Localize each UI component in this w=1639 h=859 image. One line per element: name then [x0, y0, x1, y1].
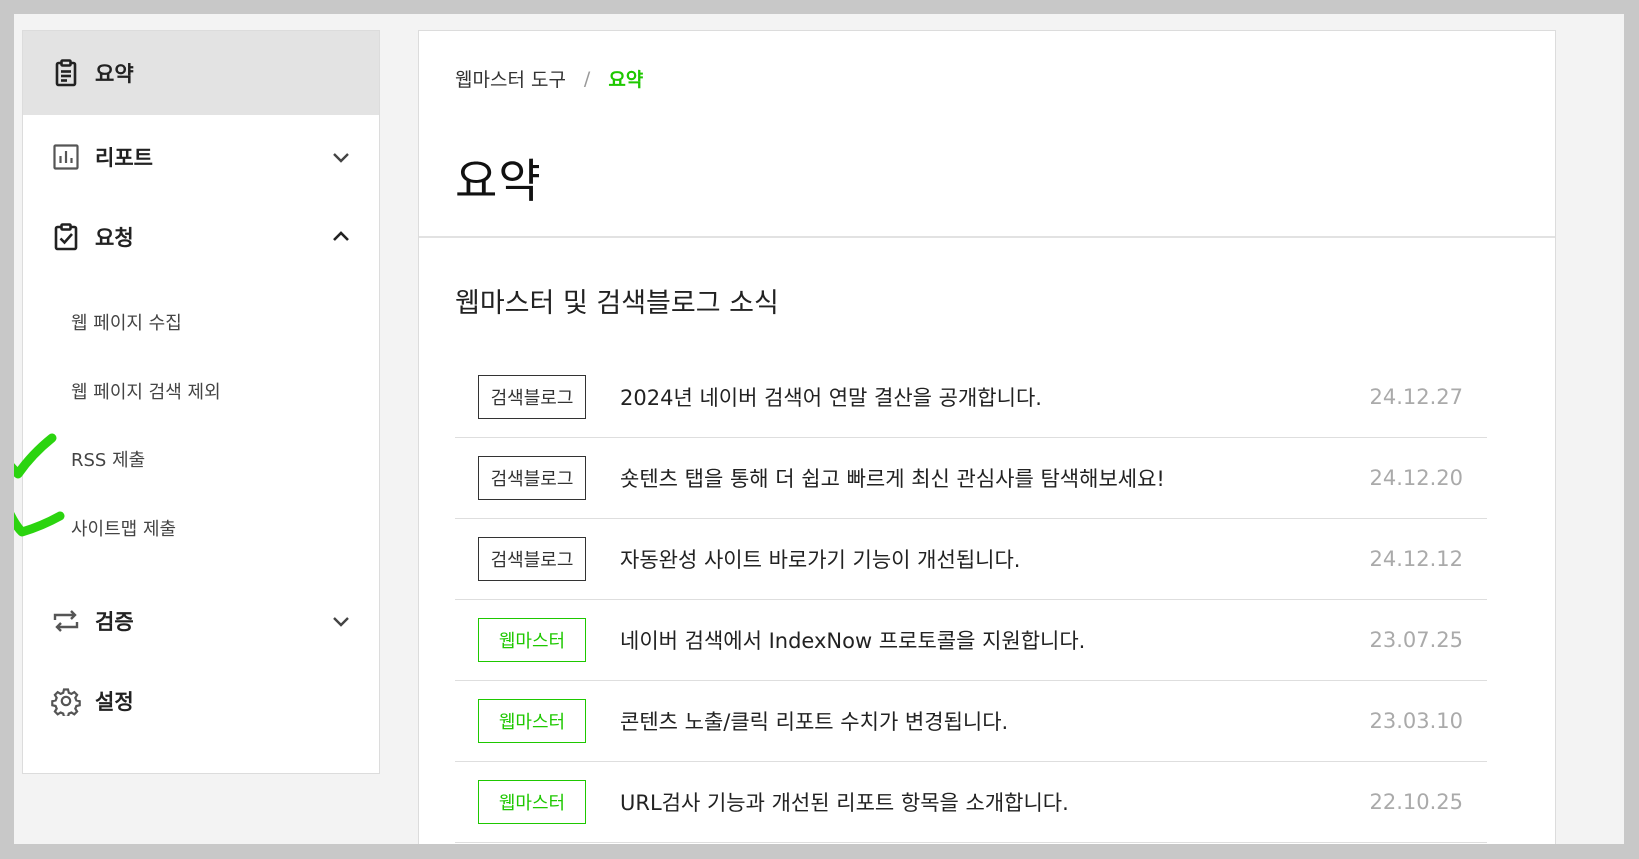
sub-item-page-exclude[interactable]: 웹 페이지 검색 제외 — [71, 371, 221, 411]
green-check-mark-icon — [14, 433, 57, 479]
category-tag: 검색블로그 — [478, 375, 586, 419]
green-check-mark-icon — [14, 511, 65, 537]
sidebar-item-verify[interactable]: 검증 — [23, 579, 379, 663]
category-tag: 웹마스터 — [478, 699, 586, 743]
page-title: 요약 — [455, 154, 542, 208]
category-tag: 웹마스터 — [478, 618, 586, 662]
chevron-down-icon[interactable] — [331, 611, 351, 631]
sidebar-item-label: 리포트 — [95, 146, 153, 170]
news-row[interactable]: 검색블로그 2024년 네이버 검색어 연말 결산을 공개합니다. 24.12.… — [455, 357, 1487, 438]
news-date: 24.12.20 — [1369, 466, 1463, 490]
category-tag: 검색블로그 — [478, 456, 586, 500]
news-date: 24.12.27 — [1369, 385, 1463, 409]
breadcrumb: 웹마스터 도구 / 요약 — [455, 65, 643, 92]
news-row[interactable]: 웹마스터 네이버 검색에서 IndexNow 프로토콜을 지원합니다. 23.0… — [455, 600, 1487, 681]
breadcrumb-current: 요약 — [608, 69, 644, 91]
breadcrumb-separator: / — [583, 67, 591, 90]
section-title: 웹마스터 및 검색블로그 소식 — [455, 288, 779, 319]
news-row[interactable]: 검색블로그 자동완성 사이트 바로가기 기능이 개선됩니다. 24.12.12 — [455, 519, 1487, 600]
news-row[interactable]: 검색블로그 숏텐츠 탭을 통해 더 쉽고 빠르게 최신 관심사를 탐색해보세요!… — [455, 438, 1487, 519]
sidebar-item-summary[interactable]: 요약 — [23, 31, 379, 115]
news-list: 검색블로그 2024년 네이버 검색어 연말 결산을 공개합니다. 24.12.… — [455, 357, 1487, 843]
news-title-link[interactable]: 네이버 검색에서 IndexNow 프로토콜을 지원합니다. — [620, 625, 1085, 655]
news-date: 22.10.25 — [1369, 790, 1463, 814]
gear-icon — [51, 686, 81, 716]
news-title-link[interactable]: 숏텐츠 탭을 통해 더 쉽고 빠르게 최신 관심사를 탐색해보세요! — [620, 463, 1165, 493]
clipboard-icon — [51, 58, 81, 88]
divider — [419, 236, 1555, 238]
sub-item-sitemap-submit[interactable]: 사이트맵 제출 — [71, 508, 176, 548]
sidebar-item-label: 요청 — [95, 226, 134, 250]
news-date: 23.07.25 — [1369, 628, 1463, 652]
repeat-icon — [51, 606, 81, 636]
news-date: 23.03.10 — [1369, 709, 1463, 733]
news-row[interactable]: 웹마스터 콘텐츠 노출/클릭 리포트 수치가 변경됩니다. 23.03.10 — [455, 681, 1487, 762]
sidebar-item-label: 요약 — [95, 62, 134, 86]
sidebar-item-settings[interactable]: 설정 — [23, 659, 379, 743]
news-title-link[interactable]: URL검사 기능과 개선된 리포트 항목을 소개합니다. — [620, 787, 1069, 817]
news-date: 24.12.12 — [1369, 547, 1463, 571]
news-title-link[interactable]: 자동완성 사이트 바로가기 기능이 개선됩니다. — [620, 544, 1020, 574]
bar-chart-icon — [51, 142, 81, 172]
sub-item-rss-submit[interactable]: RSS 제출 — [71, 439, 145, 479]
sidebar-item-report[interactable]: 리포트 — [23, 115, 379, 199]
category-tag: 검색블로그 — [478, 537, 586, 581]
chevron-down-icon[interactable] — [331, 147, 351, 167]
sub-item-page-collect[interactable]: 웹 페이지 수집 — [71, 302, 182, 342]
news-title-link[interactable]: 콘텐츠 노출/클릭 리포트 수치가 변경됩니다. — [620, 706, 1008, 736]
main-panel: 웹마스터 도구 / 요약 요약 웹마스터 및 검색블로그 소식 검색블로그 20… — [418, 30, 1556, 844]
breadcrumb-parent-link[interactable]: 웹마스터 도구 — [455, 65, 566, 92]
chevron-up-icon[interactable] — [331, 227, 351, 247]
category-tag: 웹마스터 — [478, 780, 586, 824]
screen: 요약 리포트 요청 웹 페이지 수집 웹 페이지 검색 제외 RSS 제출 사이… — [14, 14, 1624, 844]
clipboard-check-icon — [51, 222, 81, 252]
news-row[interactable]: 웹마스터 URL검사 기능과 개선된 리포트 항목을 소개합니다. 22.10.… — [455, 762, 1487, 843]
sidebar: 요약 리포트 요청 웹 페이지 수집 웹 페이지 검색 제외 RSS 제출 사이… — [22, 30, 380, 774]
sidebar-item-label: 검증 — [95, 610, 134, 634]
sidebar-item-label: 설정 — [95, 690, 134, 714]
news-title-link[interactable]: 2024년 네이버 검색어 연말 결산을 공개합니다. — [620, 382, 1042, 412]
sidebar-item-request[interactable]: 요청 — [23, 195, 379, 279]
